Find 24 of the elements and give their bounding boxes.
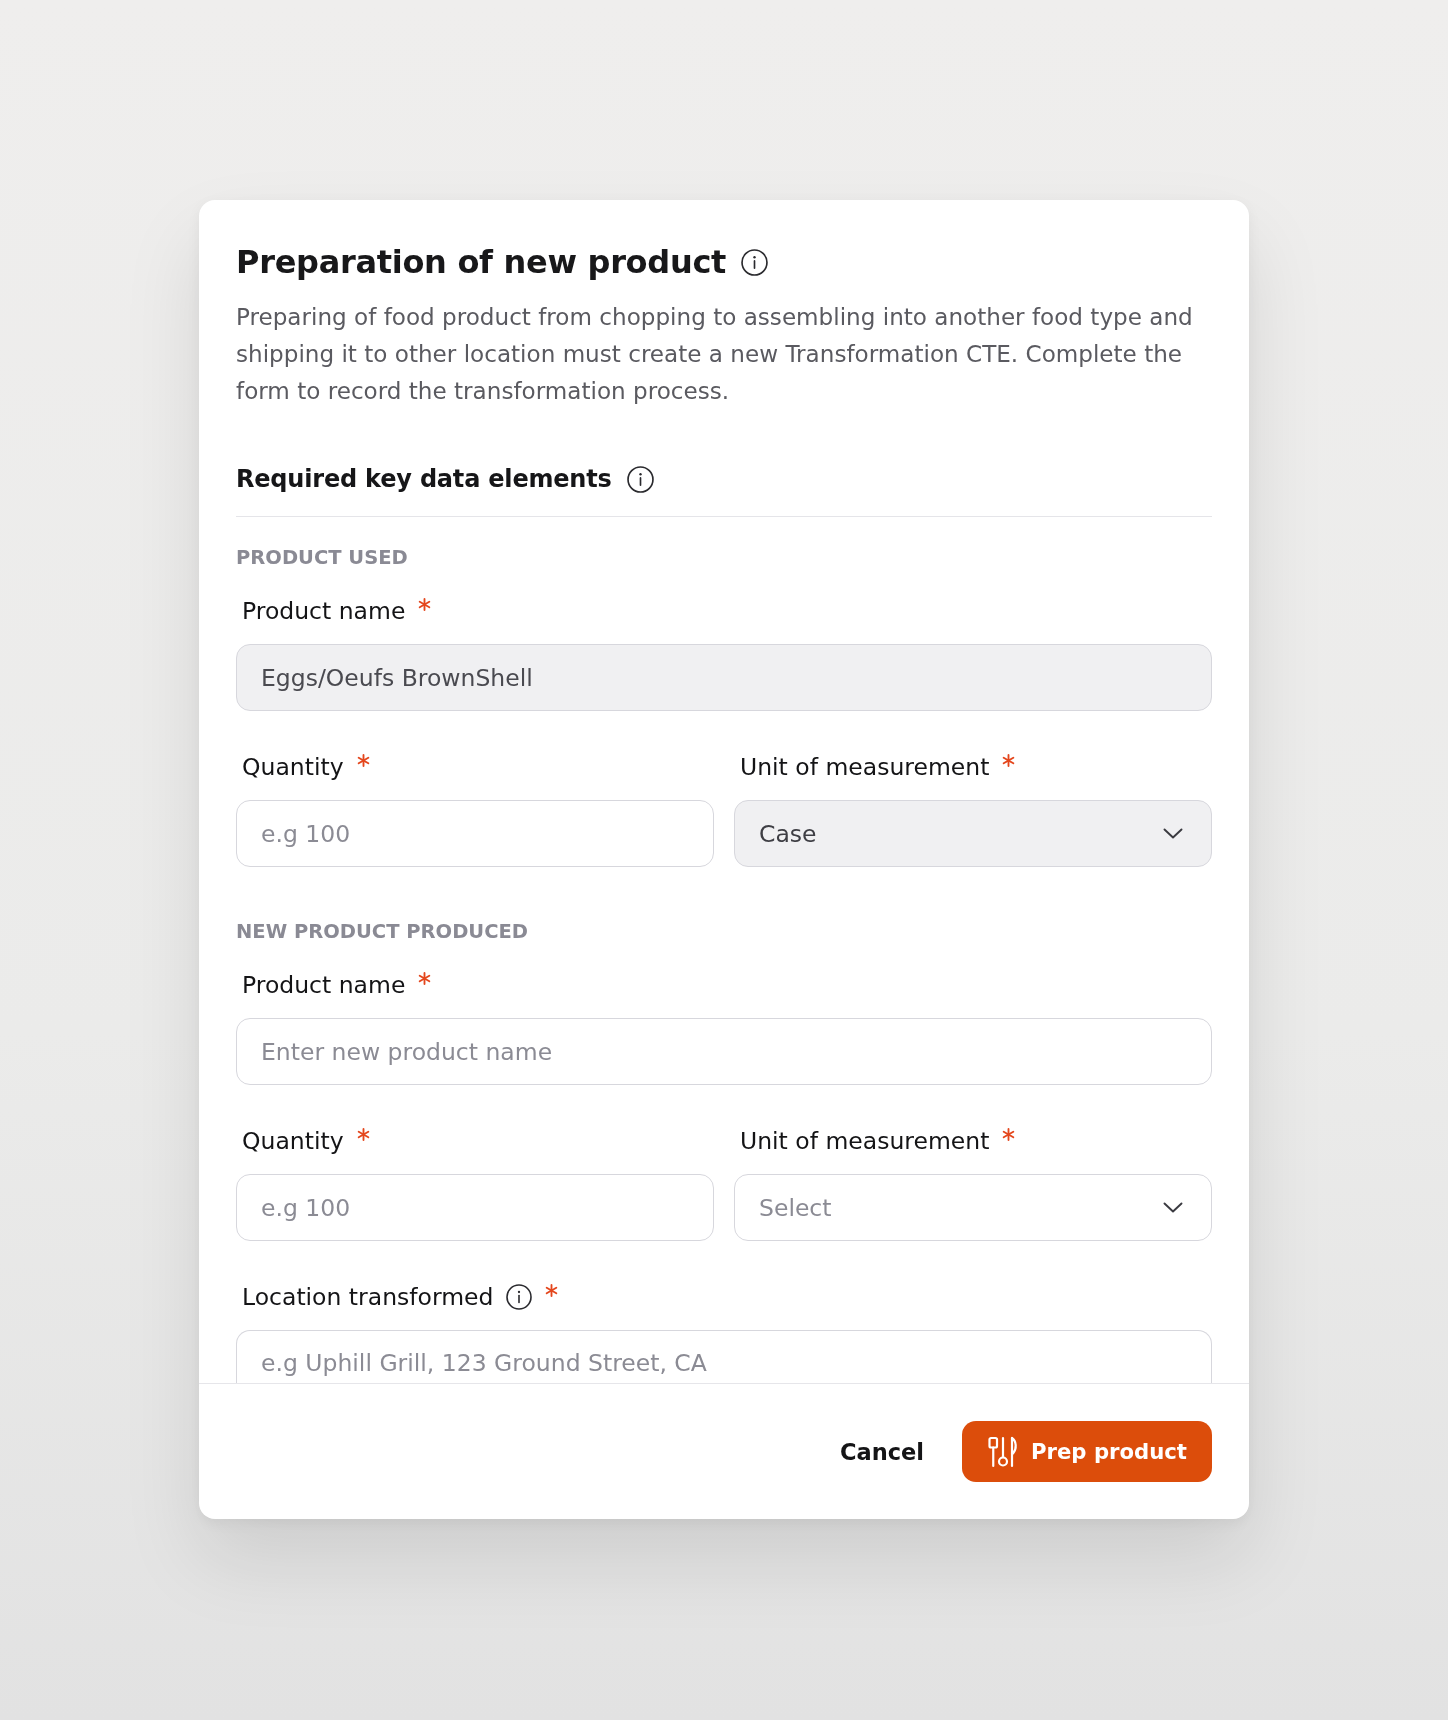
dialog-description: Preparing of food product from chopping to assembling into another food type and shipping it to other location must create a new Transformation CTE. Complete the form to record the transformation process.	[236, 303, 1194, 406]
prep-product-button[interactable]: Prep product	[962, 1421, 1212, 1482]
text-field[interactable]: Enter new product name	[236, 1018, 1212, 1085]
field-label: Quantity	[242, 753, 344, 781]
field-label: Quantity	[242, 1127, 344, 1155]
dialog-title: Preparation of new product	[236, 242, 727, 282]
text-field[interactable]: e.g 100	[236, 800, 714, 867]
field-label: Unit of measurement	[740, 753, 990, 781]
chevron-down-icon	[1163, 1202, 1183, 1213]
cancel-button[interactable]: Cancel	[827, 1421, 936, 1482]
chevron-down-icon	[1163, 828, 1183, 839]
utensils-icon	[987, 1435, 1019, 1468]
field-label: Unit of measurement	[740, 1127, 990, 1155]
info-icon[interactable]	[741, 248, 769, 276]
group-heading: NEW PRODUCT PRODUCED	[236, 920, 529, 944]
group-heading: PRODUCT USED	[236, 546, 409, 570]
info-icon[interactable]	[626, 465, 654, 493]
field-label: Product name	[242, 971, 406, 999]
field-label: Location transformed	[242, 1283, 494, 1311]
text-field[interactable]: e.g Uphill Grill, 123 Ground Street, CA	[236, 1330, 1212, 1383]
info-icon[interactable]	[506, 1284, 533, 1310]
text-field[interactable]: e.g 100	[236, 1174, 714, 1241]
section-title: Required key data elements	[236, 464, 612, 495]
field-label: Product name	[242, 597, 406, 625]
